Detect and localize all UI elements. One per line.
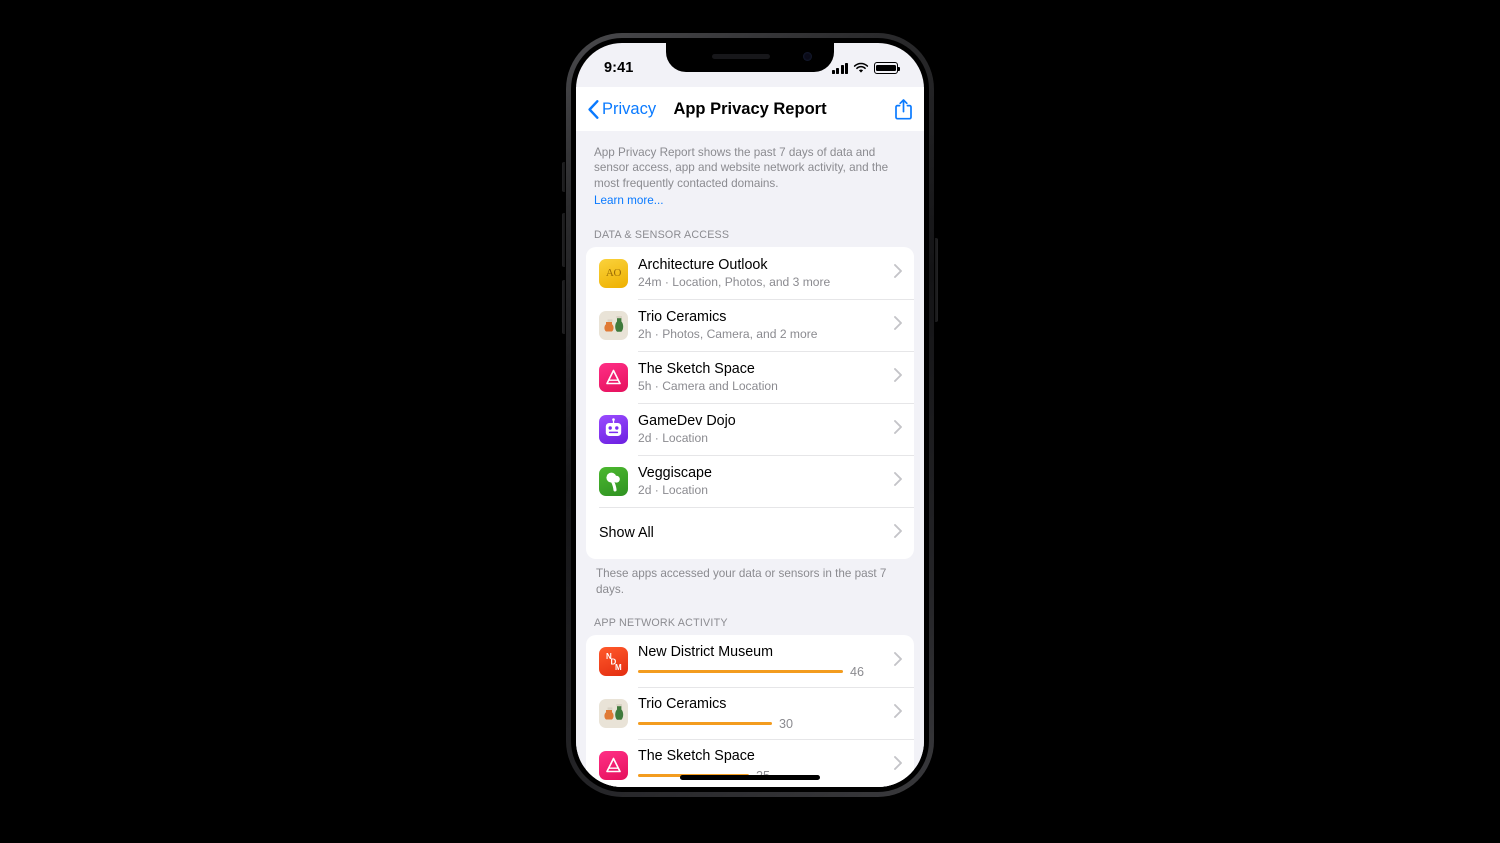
app-network-activity-card: N D M New District Museum 46 Trio Ceramics 30 T… xyxy=(586,635,914,787)
data-sensor-access-row[interactable]: AO Architecture Outlook 24m · Location, Ph… xyxy=(586,247,914,299)
data-sensor-access-row[interactable]: Trio Ceramics 2h · Photos, Camera, and 2 … xyxy=(586,299,914,351)
architecture-outlook-app-icon: AO xyxy=(599,258,628,288)
app-access-detail: 2d · Location xyxy=(638,430,708,445)
trio-ceramics-app-icon xyxy=(599,310,628,340)
chevron-right-icon xyxy=(894,471,902,491)
back-button-label: Privacy xyxy=(602,99,657,118)
app-access-detail: 2d · Location xyxy=(638,482,708,497)
gamedev-dojo-app-icon xyxy=(599,414,628,444)
device-bezel: 9:41 Privacy App Privacy Report App Priv… xyxy=(571,38,929,792)
iphone-device-frame: 9:41 Privacy App Privacy Report App Priv… xyxy=(566,33,934,797)
chevron-right-icon xyxy=(894,651,902,671)
app-name: New District Museum xyxy=(638,643,774,660)
domain-count-bar-group: 30 xyxy=(638,717,888,731)
chevron-right-icon xyxy=(894,367,902,387)
network-activity-row[interactable]: N D M New District Museum 46 xyxy=(586,635,914,687)
app-name: Veggiscape xyxy=(638,464,712,481)
wifi-icon xyxy=(853,62,869,73)
app-access-detail: 2h · Photos, Camera, and 2 more xyxy=(638,326,818,341)
chevron-left-icon xyxy=(588,99,599,119)
domain-count-bar xyxy=(638,721,772,726)
veggiscape-app-icon xyxy=(599,466,628,496)
data-sensor-access-row[interactable]: GameDev Dojo 2d · Location xyxy=(586,403,914,455)
show-all-label: Show All xyxy=(599,525,654,542)
home-indicator[interactable] xyxy=(680,775,820,780)
app-name: Trio Ceramics xyxy=(638,308,727,325)
status-bar-icons xyxy=(831,56,900,74)
screenshot-canvas: 9:41 Privacy App Privacy Report App Priv… xyxy=(0,0,1500,843)
chevron-right-icon xyxy=(894,755,902,775)
domain-count-value: 30 xyxy=(779,716,794,731)
svg-text:M: M xyxy=(615,663,622,672)
network-activity-row[interactable]: Trio Ceramics 30 xyxy=(586,687,914,739)
notch xyxy=(666,43,834,72)
section-header-app-network-activity: APP NETWORK ACTIVITY xyxy=(594,617,728,630)
app-name: Trio Ceramics xyxy=(638,695,727,712)
sketch-space-app-icon xyxy=(599,362,628,392)
intro-block: App Privacy Report shows the past 7 days… xyxy=(576,131,924,209)
signal-bars-icon xyxy=(831,62,848,74)
device-screen: 9:41 Privacy App Privacy Report App Priv… xyxy=(576,43,924,787)
chevron-right-icon xyxy=(894,703,902,723)
navigation-bar: Privacy App Privacy Report xyxy=(576,87,924,131)
domain-count-bar xyxy=(638,669,843,674)
status-bar-clock: 9:41 xyxy=(604,60,634,76)
data-sensor-access-footnote: These apps accessed your data or sensors… xyxy=(596,567,887,596)
data-sensor-access-row[interactable]: The Sketch Space 5h · Camera and Location xyxy=(586,351,914,403)
data-sensor-access-row[interactable]: Veggiscape 2d · Location xyxy=(586,455,914,507)
domain-count-value: 46 xyxy=(850,664,865,679)
battery-icon xyxy=(874,62,900,74)
back-button[interactable]: Privacy xyxy=(588,100,656,119)
chevron-right-icon xyxy=(894,315,902,335)
chevron-right-icon xyxy=(894,419,902,439)
domain-count-bar-group: 46 xyxy=(638,665,888,679)
share-button[interactable] xyxy=(895,98,912,120)
app-name: Architecture Outlook xyxy=(638,256,768,273)
app-access-detail: 5h · Camera and Location xyxy=(638,378,778,393)
app-name: The Sketch Space xyxy=(638,747,755,764)
app-name: The Sketch Space xyxy=(638,360,755,377)
sketch-space-app-icon xyxy=(599,750,628,780)
trio-ceramics-app-icon xyxy=(599,698,628,728)
front-camera xyxy=(803,52,812,61)
scroll-content[interactable]: App Privacy Report shows the past 7 days… xyxy=(576,131,924,787)
intro-text: App Privacy Report shows the past 7 days… xyxy=(594,146,889,190)
show-all-row[interactable]: Show All xyxy=(586,507,914,559)
earpiece-speaker xyxy=(712,54,770,59)
section-header-data-sensor-access: DATA & SENSOR ACCESS xyxy=(594,229,730,242)
share-icon xyxy=(895,98,912,120)
new-district-museum-app-icon: NDM xyxy=(599,646,628,676)
data-sensor-access-card: AO Architecture Outlook 24m · Location, Ph… xyxy=(586,247,914,560)
app-access-detail: 24m · Location, Photos, and 3 more xyxy=(638,274,831,289)
chevron-right-icon xyxy=(894,263,902,283)
app-name: GameDev Dojo xyxy=(638,412,736,429)
learn-more-link[interactable]: Learn more... xyxy=(594,193,664,209)
chevron-right-icon xyxy=(894,523,902,543)
